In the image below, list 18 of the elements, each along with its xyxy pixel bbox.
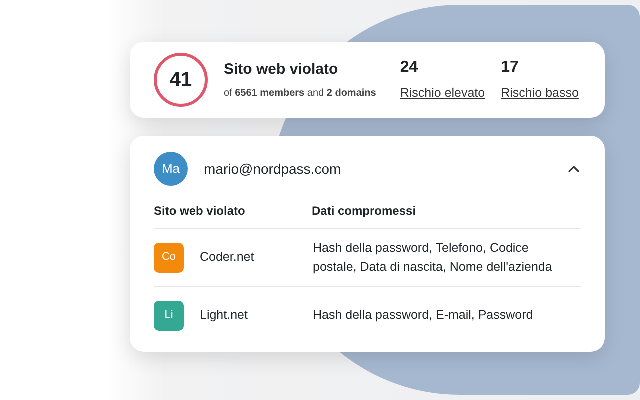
stat-value: 24 [400, 58, 420, 78]
column-header: Sito web violato [154, 203, 246, 220]
account-email: mario@nordpass.com [204, 160, 342, 179]
compromised-data: Hash della password, Telefono, Codice postale, Data di nascita, Nome dell'azienda [313, 240, 554, 276]
stat-link[interactable]: Rischio elevato [400, 84, 486, 102]
stat-value: 17 [501, 58, 520, 78]
site-name: Coder.net [200, 249, 256, 266]
site-name: Light.net [200, 307, 249, 324]
compromised-data: Hash della password, E-mail, Password [313, 307, 534, 324]
site-icon: Co [154, 242, 184, 272]
chevron-icon[interactable] [567, 164, 581, 174]
count-ring: 41 [154, 53, 208, 107]
subtitle: of 6561 members and 2 domains [224, 86, 376, 101]
avatar: Ma [154, 152, 188, 186]
site-icon: Li [154, 300, 184, 330]
stat-link[interactable]: Rischio basso [501, 84, 579, 102]
column-header: Dati compromessi [312, 203, 416, 220]
title: Sito web violato [224, 60, 340, 80]
